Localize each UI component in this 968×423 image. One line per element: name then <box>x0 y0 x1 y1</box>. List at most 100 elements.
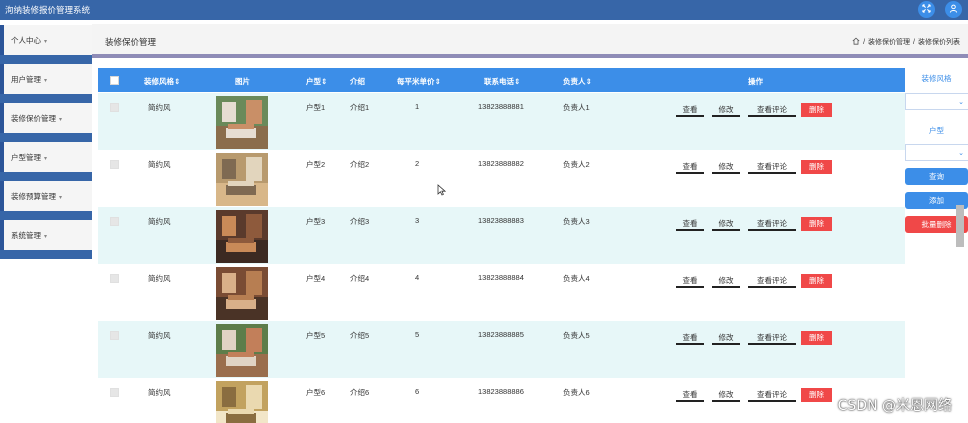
sidebar-item-house-type-management[interactable]: 户型管理 ▾ <box>0 142 92 172</box>
cell-intro: 介绍3 <box>350 217 370 226</box>
view-button[interactable]: 查看 <box>676 103 704 117</box>
sidebar-divider <box>0 55 92 64</box>
chevron-down-icon: ⌄ <box>958 99 964 106</box>
cell-phone: 13823888886 <box>478 387 524 396</box>
room-thumbnail <box>216 381 268 423</box>
sidebar-item-budget-management[interactable]: 装修预算管理 ▾ <box>0 181 92 211</box>
breadcrumb-item[interactable]: 装修保价管理 <box>868 37 910 47</box>
delete-button[interactable]: 删除 <box>801 103 832 117</box>
sidebar-item-label: 装修预算管理 <box>11 192 56 201</box>
scrollbar-thumb[interactable] <box>956 205 964 247</box>
cell-house-type: 户型5 <box>306 331 326 340</box>
edit-button[interactable]: 修改 <box>712 388 740 402</box>
cell-price: 1 <box>415 102 420 111</box>
cell-house-type: 户型3 <box>306 217 326 226</box>
cell-style: 简约风 <box>148 217 171 226</box>
view-button[interactable]: 查看 <box>676 331 704 345</box>
cell-style: 简约风 <box>148 160 171 169</box>
table-row: 简约风 户型3 介绍3 3 13823888883 负责人3 查看 修改 查看评论 删除 <box>98 207 905 264</box>
table-row: 简约风 户型5 介绍5 5 13823888885 负责人5 查看 修改 查看评论 删除 <box>98 321 905 378</box>
column-header-actions: 操作 <box>748 77 763 86</box>
edit-button[interactable]: 修改 <box>712 217 740 231</box>
view-button[interactable]: 查看 <box>676 274 704 288</box>
view-comments-button[interactable]: 查看评论 <box>748 331 796 345</box>
chevron-down-icon: ⌄ <box>958 150 964 157</box>
cell-owner: 负责人5 <box>563 331 590 340</box>
cell-phone: 13823888885 <box>478 330 524 339</box>
row-checkbox[interactable] <box>110 388 119 397</box>
cell-intro: 介绍6 <box>350 388 370 397</box>
cell-style: 简约风 <box>148 103 171 112</box>
view-button[interactable]: 查看 <box>676 160 704 174</box>
row-checkbox[interactable] <box>110 103 119 112</box>
style-filter-select[interactable]: ⌄ <box>905 93 968 110</box>
search-button[interactable]: 查询 <box>905 168 968 185</box>
breadcrumb: / 装修保价管理 / 装修保价列表 <box>852 37 960 47</box>
cell-style: 简约风 <box>148 331 171 340</box>
house-type-filter-label: 户型 <box>929 126 944 135</box>
view-comments-button[interactable]: 查看评论 <box>748 217 796 231</box>
row-checkbox[interactable] <box>110 274 119 283</box>
sidebar-item-quote-management[interactable]: 装修保价管理 ▾ <box>0 103 92 133</box>
delete-button[interactable]: 删除 <box>801 388 832 402</box>
cell-intro: 介绍4 <box>350 274 370 283</box>
edit-button[interactable]: 修改 <box>712 103 740 117</box>
column-header-owner[interactable]: 负责人⇕ <box>563 76 592 87</box>
table-row: 简约风 户型1 介绍1 1 13823888881 负责人1 查看 修改 查看评论 删除 <box>98 93 905 150</box>
table-row: 简约风 户型6 介绍6 6 13823888886 负责人6 查看 修改 查看评论 删除 <box>98 378 905 423</box>
watermark: CSDN @米恩网络 <box>837 398 952 414</box>
cell-intro: 介绍1 <box>350 103 370 112</box>
column-header-price[interactable]: 每平米单价⇕ <box>397 76 441 87</box>
style-filter-label: 装修风格 <box>921 74 952 83</box>
sidebar-item-label: 装修保价管理 <box>11 114 56 123</box>
sidebar-divider <box>0 94 92 103</box>
view-button[interactable]: 查看 <box>676 217 704 231</box>
chevron-down-icon: ▾ <box>44 234 48 240</box>
row-checkbox[interactable] <box>110 331 119 340</box>
delete-button[interactable]: 删除 <box>801 274 832 288</box>
delete-button[interactable]: 删除 <box>801 217 832 231</box>
view-button[interactable]: 查看 <box>676 388 704 402</box>
sidebar-item-personal-center[interactable]: 个人中心 ▾ <box>0 25 92 55</box>
column-header-house-type[interactable]: 户型⇕ <box>306 76 327 87</box>
chevron-down-icon: ▾ <box>44 78 48 84</box>
breadcrumb-separator: / <box>913 38 915 46</box>
row-checkbox[interactable] <box>110 160 119 169</box>
view-comments-button[interactable]: 查看评论 <box>748 388 796 402</box>
table-header: 装修风格⇕ 图片 户型⇕ 介绍 每平米单价⇕ 联系电话⇕ 负责人⇕ 操作 <box>98 68 905 92</box>
cell-house-type: 户型1 <box>306 103 326 112</box>
chevron-down-icon: ▾ <box>44 156 48 162</box>
sidebar-item-label: 户型管理 <box>11 153 41 162</box>
cell-house-type: 户型6 <box>306 388 326 397</box>
view-comments-button[interactable]: 查看评论 <box>748 274 796 288</box>
column-header-image: 图片 <box>235 77 250 86</box>
row-checkbox[interactable] <box>110 217 119 226</box>
column-header-phone[interactable]: 联系电话⇕ <box>484 76 520 87</box>
breadcrumb-separator: / <box>863 38 866 46</box>
fullscreen-button[interactable] <box>918 1 935 18</box>
edit-button[interactable]: 修改 <box>712 331 740 345</box>
cell-price: 4 <box>415 273 420 282</box>
home-icon[interactable] <box>852 37 860 47</box>
cell-owner: 负责人2 <box>563 160 590 169</box>
room-thumbnail <box>216 324 268 377</box>
select-all-checkbox[interactable] <box>110 76 119 85</box>
user-button[interactable] <box>945 1 962 18</box>
house-type-filter-select[interactable]: ⌄ <box>905 144 968 161</box>
chevron-down-icon: ▾ <box>44 39 48 45</box>
cell-phone: 13823888881 <box>478 102 524 111</box>
edit-button[interactable]: 修改 <box>712 160 740 174</box>
delete-button[interactable]: 删除 <box>801 331 832 345</box>
chevron-down-icon: ▾ <box>59 195 63 201</box>
delete-button[interactable]: 删除 <box>801 160 832 174</box>
edit-button[interactable]: 修改 <box>712 274 740 288</box>
view-comments-button[interactable]: 查看评论 <box>748 160 796 174</box>
column-header-style[interactable]: 装修风格⇕ <box>144 76 180 87</box>
sidebar-divider <box>0 250 92 259</box>
sidebar-item-label: 系统管理 <box>11 231 41 240</box>
cell-house-type: 户型4 <box>306 274 326 283</box>
sidebar-item-system-management[interactable]: 系统管理 ▾ <box>0 220 92 250</box>
table-row: 简约风 户型2 介绍2 2 13823888882 负责人2 查看 修改 查看评论 删除 <box>98 150 905 207</box>
sidebar-item-user-management[interactable]: 用户管理 ▾ <box>0 64 92 94</box>
view-comments-button[interactable]: 查看评论 <box>748 103 796 117</box>
